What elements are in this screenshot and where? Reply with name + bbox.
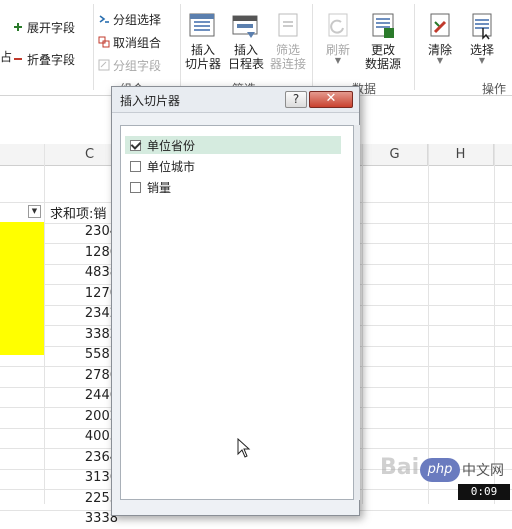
refresh-button[interactable]: 刷新 ▼ xyxy=(318,12,358,65)
expand-icon xyxy=(12,21,24,33)
list-item-label: 单位城市 xyxy=(147,159,196,174)
list-item-unit-city[interactable]: 单位城市 xyxy=(125,157,341,175)
slicer-icon xyxy=(188,12,218,40)
filter-connections-label-2: 器连接 xyxy=(269,57,306,71)
filter-connections-label-1: 筛选 xyxy=(275,43,300,57)
clear-dropdown-arrow: ▼ xyxy=(436,56,444,65)
filter-dropdown-button[interactable]: ▼ xyxy=(28,205,41,218)
change-data-source-button[interactable]: 更改 数据源 xyxy=(358,12,408,71)
actions-section-label: 操作 xyxy=(482,82,507,96)
separator xyxy=(414,4,415,90)
insert-slicer-label-1: 插入 xyxy=(190,43,215,57)
dialog-title: 插入切片器 xyxy=(120,94,181,108)
refresh-icon xyxy=(323,12,353,40)
gridline xyxy=(428,144,429,504)
checkbox-checked[interactable] xyxy=(130,139,141,151)
list-item-label: 销量 xyxy=(147,180,172,195)
insert-timeline-button[interactable]: 插入 日程表 xyxy=(226,12,266,71)
expand-field-button[interactable]: 展开字段 xyxy=(12,18,75,36)
group-selection-button[interactable]: 分组选择 xyxy=(98,10,161,28)
filter-connections-icon xyxy=(273,12,303,40)
gridline xyxy=(362,144,363,504)
separator xyxy=(93,4,94,90)
close-button[interactable]: ✕ xyxy=(309,91,353,108)
timeline-icon xyxy=(231,12,261,40)
sum-column-header[interactable]: 求和项:销 xyxy=(50,203,106,222)
refresh-dropdown-arrow: ▼ xyxy=(334,56,342,65)
video-timestamp: 0:09 xyxy=(458,484,510,500)
insert-slicer-label-2: 切片器 xyxy=(184,57,221,71)
select-dropdown-arrow: ▼ xyxy=(478,56,486,65)
group-selection-label: 分组选择 xyxy=(113,12,162,27)
baidu-watermark: Bai xyxy=(380,455,420,480)
left-partial-label: 占 xyxy=(0,50,13,64)
change-data-source-label-1: 更改 xyxy=(370,43,395,57)
mouse-cursor-icon xyxy=(237,437,251,461)
insert-timeline-label-2: 日程表 xyxy=(227,57,264,71)
collapse-icon xyxy=(12,53,24,65)
select-icon xyxy=(467,12,497,40)
group-selection-icon xyxy=(98,13,110,25)
list-item-label: 单位省份 xyxy=(147,138,196,153)
clear-icon xyxy=(425,12,455,40)
insert-slicer-button[interactable]: 插入 切片器 xyxy=(183,12,223,71)
column-header-g[interactable]: G xyxy=(362,144,428,166)
insert-slicer-dialog: 插入切片器 ? ✕ 单位省份 单位城市 销量 xyxy=(111,86,360,516)
ribbon: 占 展开字段 折叠字段 分组选择 取消组合 分组字段 组合 xyxy=(0,0,512,96)
highlighted-cells xyxy=(0,222,44,355)
expand-field-label: 展开字段 xyxy=(27,20,76,35)
dialog-titlebar[interactable]: 插入切片器 ? ✕ xyxy=(112,87,359,113)
ungroup-button[interactable]: 取消组合 xyxy=(98,33,161,51)
checkbox[interactable] xyxy=(130,181,141,193)
separator xyxy=(312,4,313,90)
group-field-icon xyxy=(98,59,110,71)
select-label: 选择 xyxy=(469,43,494,57)
list-item-sales[interactable]: 销量 xyxy=(125,178,341,196)
php-logo: php xyxy=(420,458,460,482)
gridline xyxy=(494,144,495,504)
refresh-label: 刷新 xyxy=(325,43,350,57)
change-data-source-label-2: 数据源 xyxy=(364,57,401,71)
insert-timeline-label-1: 插入 xyxy=(233,43,258,57)
php-site-label: 中文网 xyxy=(462,463,504,479)
separator xyxy=(180,4,181,90)
group-field-label: 分组字段 xyxy=(113,58,162,73)
ungroup-icon xyxy=(98,36,110,48)
dialog-scrollbar[interactable] xyxy=(354,125,360,500)
column-header-h[interactable]: H xyxy=(428,144,494,166)
select-button[interactable]: 选择 ▼ xyxy=(462,12,502,65)
group-field-button[interactable]: 分组字段 xyxy=(98,56,161,74)
data-source-icon xyxy=(368,12,398,40)
ungroup-label: 取消组合 xyxy=(113,35,162,50)
filter-connections-button[interactable]: 筛选 器连接 xyxy=(268,12,308,71)
clear-button[interactable]: 清除 ▼ xyxy=(420,12,460,65)
left-partial-group: 占 xyxy=(0,24,13,64)
collapse-field-label: 折叠字段 xyxy=(27,52,76,67)
help-button[interactable]: ? xyxy=(285,91,307,108)
checkbox[interactable] xyxy=(130,160,141,172)
list-item-unit-province[interactable]: 单位省份 xyxy=(125,136,341,154)
collapse-field-button[interactable]: 折叠字段 xyxy=(12,50,75,68)
clear-label: 清除 xyxy=(427,43,452,57)
